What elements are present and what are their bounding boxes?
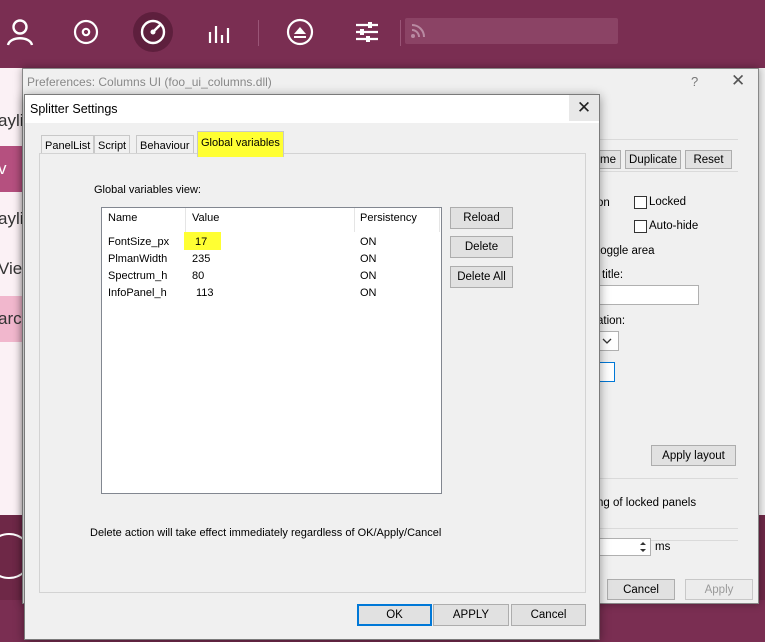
- window-title: Preferences: Columns UI (foo_ui_columns.…: [27, 75, 272, 89]
- row-value[interactable]: 113: [196, 287, 214, 299]
- cancel-button[interactable]: Cancel: [511, 604, 586, 626]
- tab-panellist[interactable]: PanelList: [41, 135, 95, 155]
- apply-layout-button[interactable]: Apply layout: [651, 445, 736, 466]
- cancel-button[interactable]: Cancel: [607, 579, 675, 600]
- tab-global-variables[interactable]: Global variables: [197, 131, 284, 157]
- reload-button[interactable]: Reload: [450, 207, 513, 229]
- dialog-title: Splitter Settings: [30, 102, 118, 116]
- row-value[interactable]: 80: [192, 270, 204, 282]
- spin-arrows-icon: [640, 542, 646, 552]
- close-icon[interactable]: ✕: [731, 71, 745, 91]
- locked-label: Locked: [649, 196, 687, 208]
- tab-behaviour[interactable]: Behaviour: [136, 135, 194, 155]
- dialog-titlebar: Splitter Settings ✕: [25, 95, 599, 123]
- autohide-checkbox[interactable]: [634, 220, 647, 233]
- row-persistency[interactable]: ON: [360, 287, 377, 299]
- title-label: title:: [602, 269, 624, 281]
- eject-icon[interactable]: [282, 14, 318, 50]
- row-persistency[interactable]: ON: [360, 270, 377, 282]
- row-value[interactable]: 235: [192, 253, 210, 265]
- chevron-down-icon: [602, 338, 612, 344]
- tab-script[interactable]: Script: [94, 135, 131, 155]
- toggle-area-label: toggle area: [597, 245, 655, 257]
- autohide-label: Auto-hide: [649, 220, 699, 232]
- delay-stepper[interactable]: [597, 538, 651, 556]
- duplicate-button[interactable]: Duplicate: [625, 150, 681, 169]
- row-persistency[interactable]: ON: [360, 253, 377, 265]
- apply-button[interactable]: APPLY: [433, 604, 509, 626]
- sliders-icon[interactable]: [349, 14, 385, 50]
- column-header-value[interactable]: Value: [192, 212, 219, 224]
- view-label: Global variables view:: [94, 184, 201, 196]
- row-persistency[interactable]: ON: [360, 236, 377, 248]
- splitter-settings-dialog: Splitter Settings ✕ PanelList Script Beh…: [24, 94, 600, 640]
- row-name[interactable]: FontSize_px: [108, 236, 169, 248]
- toolbar-separator: [400, 20, 401, 46]
- orientation-label: ation:: [597, 315, 626, 327]
- divider: [593, 171, 738, 172]
- app-toolbar: [0, 0, 765, 68]
- column-divider[interactable]: [185, 208, 186, 232]
- column-header-name[interactable]: Name: [108, 212, 137, 224]
- delete-note: Delete action will take effect immediate…: [90, 527, 442, 539]
- row-value[interactable]: 17: [195, 236, 207, 248]
- global-variables-list[interactable]: Name Value Persistency FontSize_px 17 ON…: [101, 207, 442, 494]
- delete-button[interactable]: Delete: [450, 236, 513, 258]
- divider: [593, 478, 738, 479]
- column-divider[interactable]: [439, 208, 440, 232]
- rss-icon: [411, 24, 425, 38]
- locked-checkbox[interactable]: [634, 196, 647, 209]
- orientation-select[interactable]: [597, 331, 619, 351]
- rss-box[interactable]: [405, 18, 618, 44]
- reset-button[interactable]: Reset: [685, 150, 732, 169]
- locked-panels-label: ng of locked panels: [597, 497, 697, 509]
- help-button[interactable]: ?: [691, 74, 698, 89]
- divider: [593, 528, 738, 529]
- toolbar-separator: [258, 20, 259, 46]
- row-name[interactable]: InfoPanel_h: [108, 287, 167, 299]
- column-header-persistency[interactable]: Persistency: [360, 212, 417, 224]
- target-icon[interactable]: [68, 14, 104, 50]
- column-divider[interactable]: [354, 208, 355, 232]
- apply-button: Apply: [685, 579, 753, 600]
- close-icon[interactable]: ✕: [569, 95, 599, 121]
- equalizer-icon[interactable]: [202, 14, 238, 50]
- gauge-icon[interactable]: [133, 12, 173, 52]
- ms-label: ms: [655, 541, 671, 553]
- title-input[interactable]: [597, 285, 699, 305]
- delete-all-button[interactable]: Delete All: [450, 266, 513, 288]
- row-name[interactable]: PlmanWidth: [108, 253, 167, 265]
- ok-button[interactable]: OK: [357, 604, 432, 626]
- user-icon[interactable]: [2, 14, 38, 50]
- row-name[interactable]: Spectrum_h: [108, 270, 167, 282]
